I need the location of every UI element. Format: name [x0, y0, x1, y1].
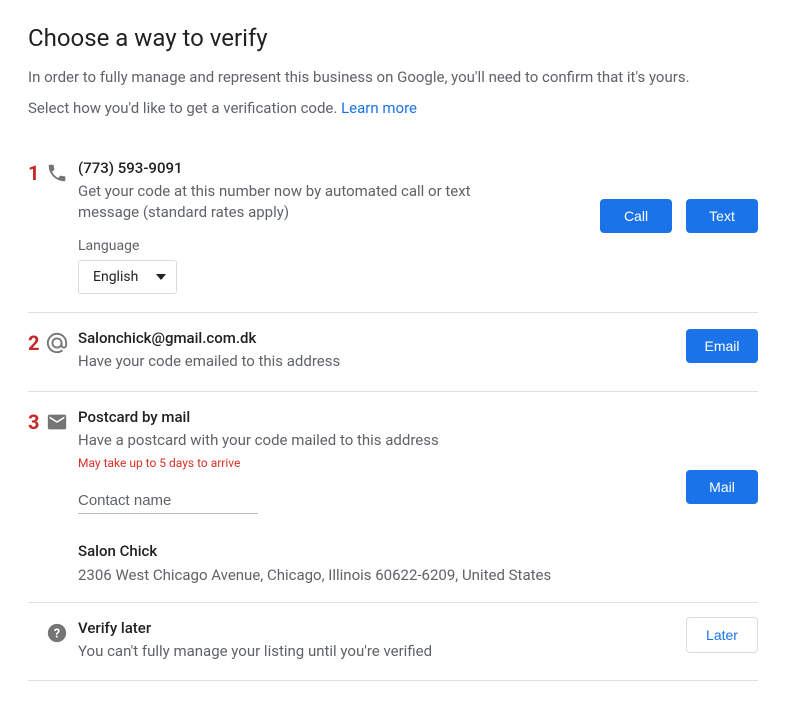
business-name: Salon Chick: [78, 542, 758, 560]
language-label: Language: [78, 238, 758, 254]
email-button[interactable]: Email: [686, 329, 758, 363]
select-prompt-text: Select how you'd like to get a verificat…: [28, 99, 341, 117]
mail-button[interactable]: Mail: [686, 470, 758, 504]
chevron-down-icon: [156, 274, 166, 280]
at-sign-icon: [46, 332, 68, 354]
mail-title: Postcard by mail: [78, 408, 758, 426]
later-desc: You can't fully manage your listing unti…: [78, 641, 518, 663]
later-title: Verify later: [78, 619, 758, 637]
page-title: Choose a way to verify: [28, 24, 758, 52]
phone-icon: [46, 162, 68, 184]
mail-desc: Have a postcard with your code mailed to…: [78, 430, 518, 452]
verify-option-mail: 3 Postcard by mail Have a postcard with …: [28, 392, 758, 603]
marker-3: 3: [28, 408, 78, 434]
contact-name-input[interactable]: [78, 488, 258, 514]
business-address: 2306 West Chicago Avenue, Chicago, Illin…: [78, 566, 758, 584]
call-button[interactable]: Call: [600, 199, 672, 233]
mail-warning: May take up to 5 days to arrive: [78, 456, 758, 470]
envelope-icon: [46, 411, 68, 433]
phone-desc: Get your code at this number now by auto…: [78, 181, 518, 225]
language-value: English: [93, 269, 138, 285]
later-button[interactable]: Later: [686, 617, 758, 653]
marker-1: 1: [28, 159, 78, 185]
svg-text:?: ?: [54, 626, 60, 641]
phone-number: (773) 593-9091: [78, 159, 758, 177]
verify-option-email: 2 Salonchick@gmail.com.dk Have your code…: [28, 313, 758, 392]
marker-1-number: 1: [28, 161, 42, 185]
verify-option-phone: 1 (773) 593-9091 Get your code at this n…: [28, 143, 758, 314]
text-button[interactable]: Text: [686, 199, 758, 233]
verify-option-later: 0 ? Verify later You can't fully manage …: [28, 603, 758, 682]
select-prompt: Select how you'd like to get a verificat…: [28, 99, 758, 117]
marker-2: 2: [28, 329, 78, 355]
email-desc: Have your code emailed to this address: [78, 351, 518, 373]
marker-3-number: 3: [28, 410, 42, 434]
intro-text: In order to fully manage and represent t…: [28, 66, 758, 89]
marker-2-number: 2: [28, 331, 42, 355]
help-icon: ?: [46, 622, 68, 644]
email-address: Salonchick@gmail.com.dk: [78, 329, 758, 347]
language-select[interactable]: English: [78, 260, 177, 294]
marker-later: 0 ?: [28, 619, 78, 645]
learn-more-link[interactable]: Learn more: [341, 99, 417, 117]
